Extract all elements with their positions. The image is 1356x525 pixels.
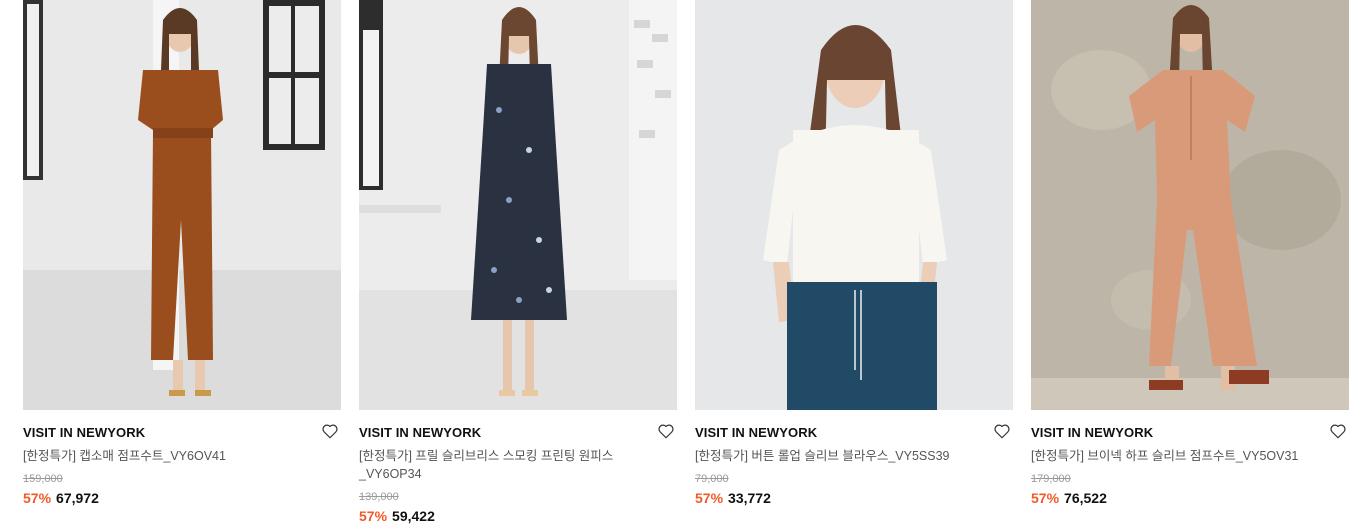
sale-price-row: 57% 33,772 bbox=[695, 489, 1013, 507]
final-price: 76,522 bbox=[1064, 490, 1107, 506]
heart-icon[interactable] bbox=[1329, 422, 1347, 440]
heart-icon[interactable] bbox=[657, 422, 675, 440]
product-name[interactable]: [한정특가] 버튼 롤업 슬리브 블라우스_VY5SS39 bbox=[695, 447, 995, 465]
price-block: 179,000 57% 76,522 bbox=[1031, 472, 1349, 507]
model-photo bbox=[695, 0, 1013, 410]
final-price: 67,972 bbox=[56, 490, 99, 506]
model-photo bbox=[1031, 0, 1349, 410]
product-name[interactable]: [한정특가] 프릴 슬리브리스 스모킹 프린팅 원피스_VY6OP34 bbox=[359, 447, 659, 483]
original-price: 79,000 bbox=[695, 473, 729, 485]
product-brand[interactable]: VISIT IN NEWYORK bbox=[695, 425, 817, 440]
heart-icon[interactable] bbox=[321, 422, 339, 440]
product-name[interactable]: [한정특가] 캡소매 점프수트_VY6OV41 bbox=[23, 447, 323, 465]
product-card[interactable]: VISIT IN NEWYORK [한정특가] 캡소매 점프수트_VY6OV41… bbox=[23, 0, 341, 520]
product-grid: VISIT IN NEWYORK [한정특가] 캡소매 점프수트_VY6OV41… bbox=[23, 0, 1349, 524]
product-brand[interactable]: VISIT IN NEWYORK bbox=[1031, 425, 1153, 440]
product-image[interactable] bbox=[23, 0, 341, 410]
original-price: 159,000 bbox=[23, 473, 63, 485]
product-card[interactable]: VISIT IN NEWYORK [한정특가] 프릴 슬리브리스 스모킹 프린팅… bbox=[359, 0, 677, 524]
product-image[interactable] bbox=[695, 0, 1013, 410]
original-price: 139,000 bbox=[359, 491, 399, 503]
model-photo bbox=[359, 0, 677, 410]
final-price: 33,772 bbox=[728, 490, 771, 506]
sale-price-row: 57% 67,972 bbox=[23, 489, 341, 507]
discount-rate: 57% bbox=[359, 508, 388, 524]
final-price: 59,422 bbox=[392, 508, 435, 524]
heart-icon[interactable] bbox=[993, 422, 1011, 440]
product-image[interactable] bbox=[359, 0, 677, 410]
discount-rate: 57% bbox=[23, 490, 52, 506]
sale-price-row: 57% 76,522 bbox=[1031, 489, 1349, 507]
discount-rate: 57% bbox=[695, 490, 724, 506]
product-brand[interactable]: VISIT IN NEWYORK bbox=[23, 425, 145, 440]
price-block: 79,000 57% 33,772 bbox=[695, 472, 1013, 507]
product-image[interactable] bbox=[1031, 0, 1349, 410]
sale-price-row: 57% 59,422 bbox=[359, 507, 677, 525]
product-brand[interactable]: VISIT IN NEWYORK bbox=[359, 425, 481, 440]
product-card[interactable]: VISIT IN NEWYORK [한정특가] 브이넥 하프 슬리브 점프수트_… bbox=[1031, 0, 1349, 520]
discount-rate: 57% bbox=[1031, 490, 1060, 506]
original-price: 179,000 bbox=[1031, 473, 1071, 485]
product-card[interactable]: VISIT IN NEWYORK [한정특가] 버튼 롤업 슬리브 블라우스_V… bbox=[695, 0, 1013, 520]
model-photo bbox=[23, 0, 341, 410]
price-block: 159,000 57% 67,972 bbox=[23, 472, 341, 507]
product-name[interactable]: [한정특가] 브이넥 하프 슬리브 점프수트_VY5OV31 bbox=[1031, 447, 1331, 465]
